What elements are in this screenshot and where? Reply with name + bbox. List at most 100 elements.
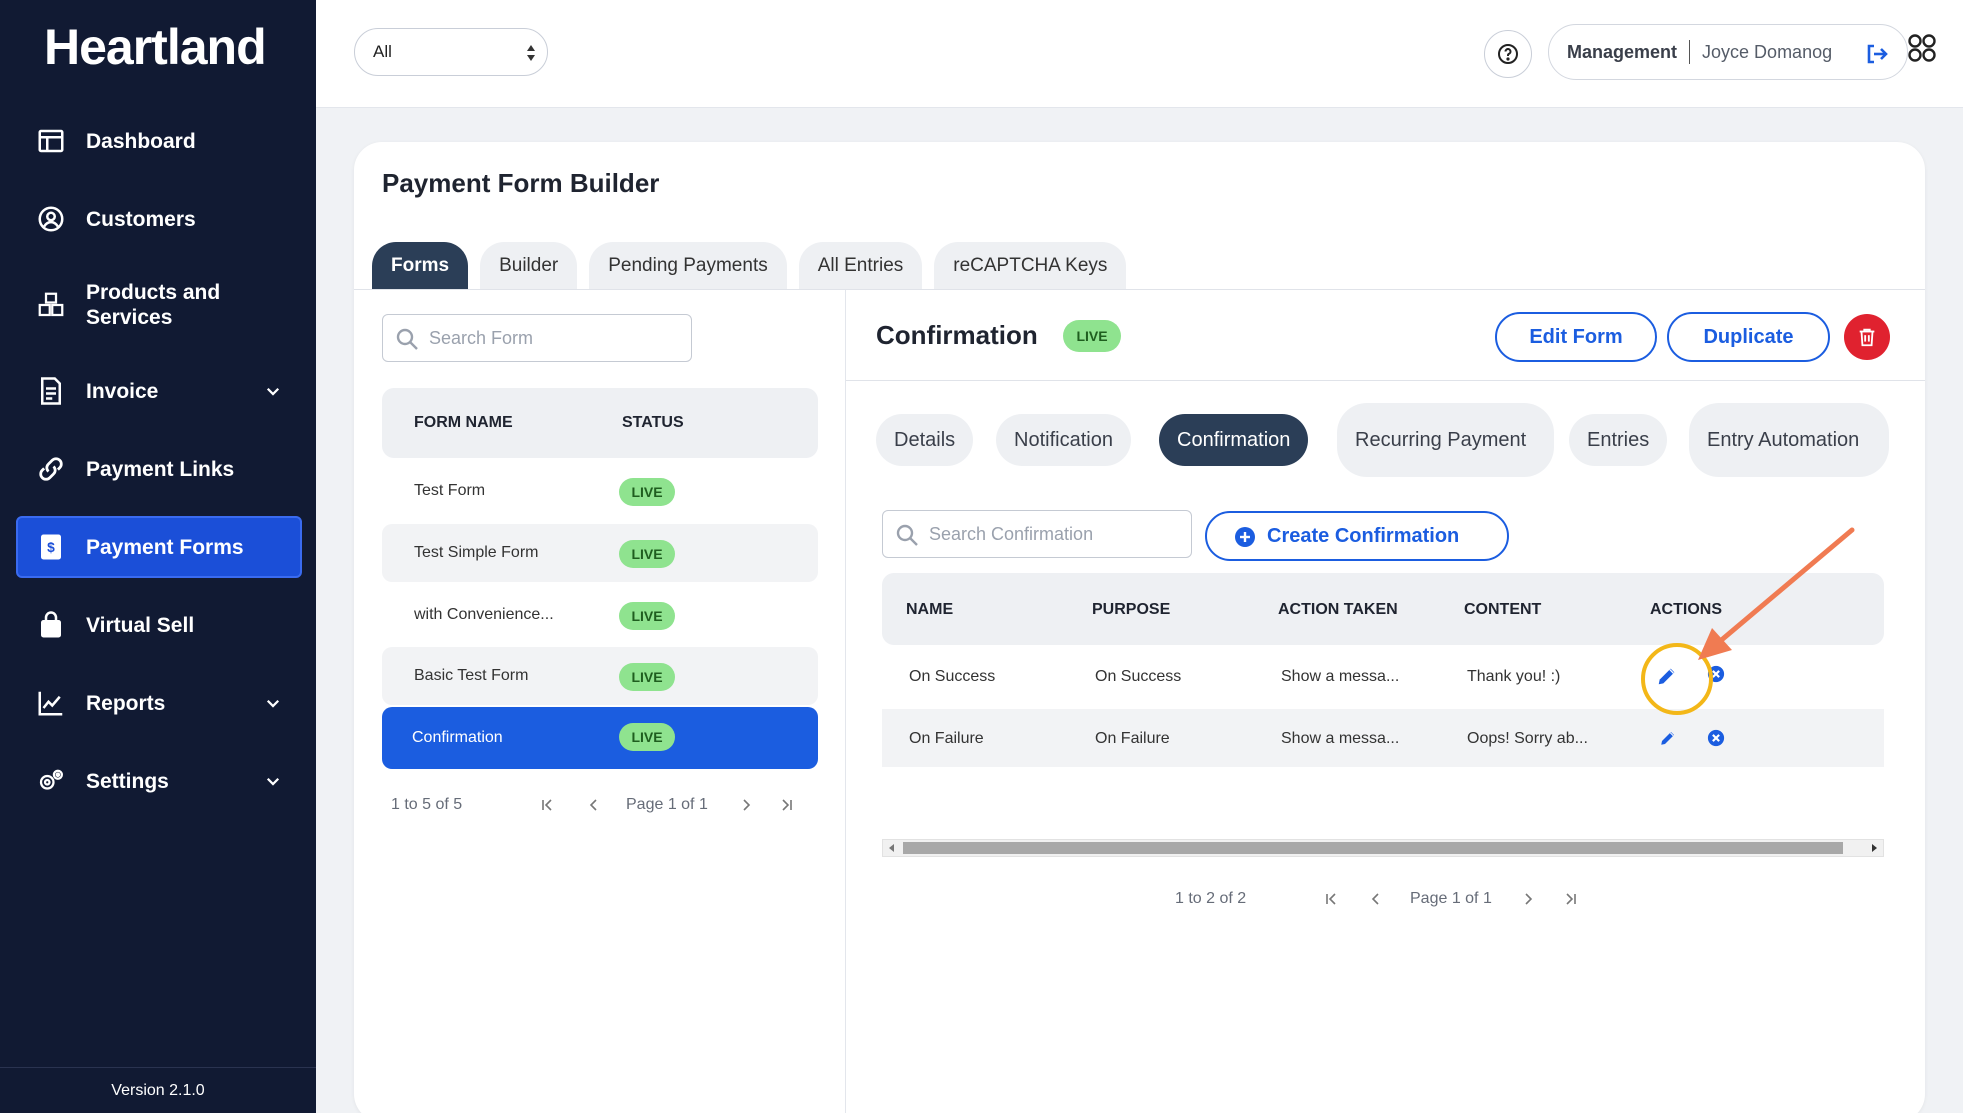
scroll-left-arrow[interactable] (889, 844, 894, 852)
scroll-right-arrow[interactable] (1872, 844, 1877, 852)
sidebar-item-customers[interactable]: Customers (0, 188, 316, 250)
detail-header-divider (846, 380, 1925, 381)
version-label: Version 2.1.0 (0, 1067, 316, 1113)
delete-form-button[interactable] (1844, 314, 1890, 360)
form-row-with-convenience[interactable]: with Convenience... LIVE (382, 586, 818, 644)
form-row-test-form[interactable]: Test Form LIVE (382, 462, 818, 520)
question-circle-icon (1498, 44, 1518, 64)
search-icon (396, 328, 418, 350)
form-name: Basic Test Form (414, 667, 529, 684)
form-name: with Convenience... (414, 606, 554, 623)
search-icon (896, 524, 918, 546)
forms-table-header: FORM NAME STATUS (382, 388, 818, 458)
shopping-bag-icon (41, 611, 61, 638)
location-filter-select[interactable]: All (354, 28, 548, 76)
user-name: Joyce Domanog (1702, 41, 1833, 62)
status-badge: LIVE (619, 602, 675, 630)
invoice-icon (41, 377, 61, 405)
sidebar-item-label: Virtual Sell (86, 613, 195, 637)
boxes-icon (38, 292, 64, 317)
detail-title: Confirmation (876, 320, 1038, 350)
scrollbar-thumb[interactable] (903, 842, 1843, 854)
duplicate-button[interactable]: Duplicate (1667, 312, 1830, 362)
chevron-down-icon[interactable] (264, 694, 282, 712)
help-button[interactable] (1484, 30, 1532, 78)
status-badge: LIVE (619, 663, 675, 691)
previous-page-icon[interactable] (1368, 891, 1384, 907)
select-arrows-icon (527, 45, 535, 61)
first-page-icon[interactable] (1324, 891, 1340, 907)
previous-page-icon[interactable] (586, 797, 602, 813)
column-header-purpose: PURPOSE (1092, 601, 1171, 618)
status-badge: LIVE (619, 723, 675, 751)
status-badge: LIVE (619, 540, 675, 568)
cell-purpose: On Success (1095, 668, 1182, 685)
forms-pager-range: 1 to 5 of 5 (391, 796, 463, 813)
subtab-notification[interactable]: Notification (996, 414, 1131, 466)
sidebar-item-products-and-services[interactable]: Products and Services (0, 266, 316, 344)
sidebar-item-invoice[interactable]: Invoice (0, 360, 316, 422)
search-confirmation-input[interactable]: Search Confirmation (882, 510, 1192, 558)
tab-recaptcha-keys[interactable]: reCAPTCHA Keys (934, 242, 1127, 290)
sidebar-item-label: Settings (86, 769, 169, 793)
plus-circle-icon (1235, 527, 1255, 547)
sidebar: Heartland Dashboard Customers Products a… (0, 0, 316, 1113)
user-menu[interactable]: Management Joyce Domanog (1548, 24, 1908, 80)
sidebar-item-payment-forms[interactable]: $ Payment Forms (16, 516, 302, 578)
form-row-confirmation[interactable]: Confirmation LIVE (382, 707, 818, 769)
sidebar-item-settings[interactable]: Settings (0, 750, 316, 812)
column-header-status: STATUS (622, 414, 684, 431)
edit-form-button[interactable]: Edit Form (1495, 312, 1657, 362)
tab-pending-payments[interactable]: Pending Payments (589, 242, 787, 290)
logout-icon[interactable] (1865, 43, 1889, 65)
search-form-input[interactable]: Search Form (382, 314, 692, 362)
edit-pencil-icon[interactable] (1659, 729, 1677, 747)
confirmation-pager-range: 1 to 2 of 2 (1175, 890, 1247, 907)
forms-pager-page: Page 1 of 1 (626, 796, 708, 813)
tab-forms[interactable]: Forms (372, 242, 469, 290)
last-page-icon[interactable] (778, 797, 794, 813)
search-form-placeholder: Search Form (429, 327, 534, 348)
first-page-icon[interactable] (540, 797, 556, 813)
sidebar-item-dashboard[interactable]: Dashboard (0, 110, 316, 172)
subtab-recurring-payment[interactable]: Recurring Payment (1337, 403, 1554, 477)
cell-name: On Failure (909, 730, 984, 747)
sidebar-nav: Dashboard Customers Products and Service… (0, 110, 316, 828)
subtab-entries[interactable]: Entries (1569, 414, 1668, 466)
form-name: Confirmation (412, 729, 503, 746)
sidebar-item-label: Payment Links (86, 457, 235, 481)
remove-circle-icon[interactable] (1707, 729, 1725, 747)
trash-icon (1859, 328, 1875, 347)
user-menu-separator (1689, 40, 1691, 64)
confirmation-row-on-failure: On Failure On Failure Show a messa... Oo… (882, 709, 1884, 767)
subtab-entry-automation[interactable]: Entry Automation (1689, 403, 1889, 477)
form-name: Test Form (414, 482, 486, 499)
link-icon (39, 457, 63, 481)
create-confirmation-button[interactable]: Create Confirmation (1205, 511, 1509, 561)
subtab-details[interactable]: Details (876, 414, 974, 466)
subtab-confirmation[interactable]: Confirmation (1159, 414, 1309, 466)
main-tabs: Forms Builder Pending Payments All Entri… (372, 242, 1127, 290)
chart-icon (38, 691, 63, 716)
sidebar-item-label: Reports (86, 691, 166, 715)
sidebar-item-payment-links[interactable]: Payment Links (0, 438, 316, 500)
tab-builder[interactable]: Builder (480, 242, 578, 290)
form-row-test-simple-form[interactable]: Test Simple Form LIVE (382, 524, 818, 582)
next-page-icon[interactable] (738, 797, 754, 813)
table-horizontal-scrollbar[interactable] (882, 839, 1884, 857)
next-page-icon[interactable] (1520, 891, 1536, 907)
sidebar-item-reports[interactable]: Reports (0, 672, 316, 734)
chevron-down-icon[interactable] (264, 382, 282, 400)
apps-grid-icon[interactable] (1904, 30, 1940, 66)
payment-form-icon: $ (41, 534, 61, 560)
column-header-action-taken: ACTION TAKEN (1278, 601, 1398, 618)
sidebar-item-virtual-sell[interactable]: Virtual Sell (0, 594, 316, 656)
tab-all-entries[interactable]: All Entries (798, 242, 923, 290)
form-row-basic-test-form[interactable]: Basic Test Form LIVE (382, 647, 818, 705)
last-page-icon[interactable] (1562, 891, 1578, 907)
chevron-down-icon[interactable] (264, 772, 282, 790)
sidebar-item-label: Customers (86, 207, 196, 231)
heartland-logo[interactable]: Heartland (44, 18, 267, 76)
column-header-content: CONTENT (1464, 601, 1542, 618)
user-circle-icon (38, 206, 64, 232)
